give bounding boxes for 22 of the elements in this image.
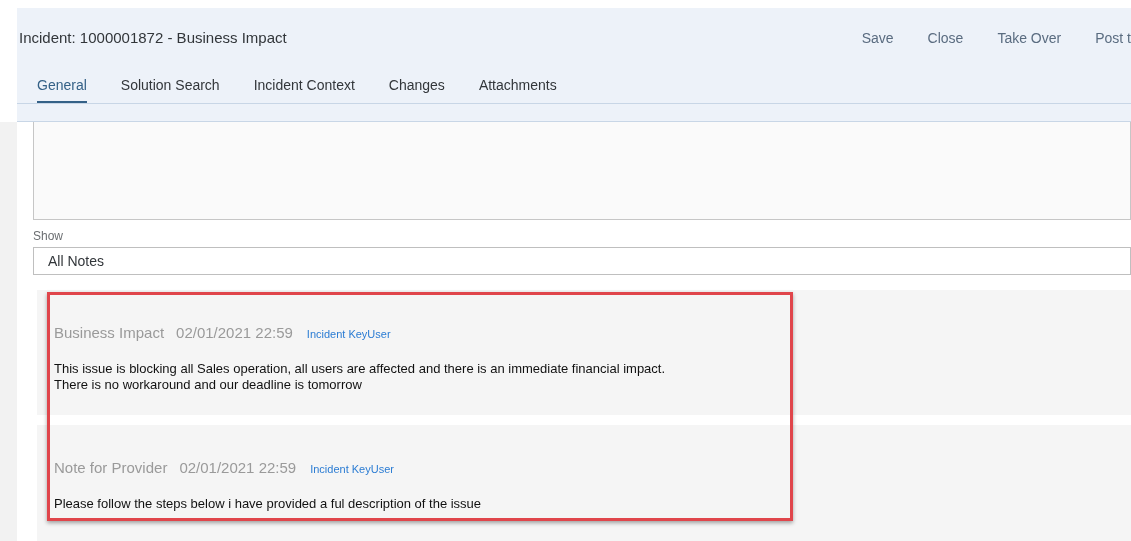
field-label: Show — [33, 228, 65, 245]
note-type: Note for Provider — [54, 458, 168, 478]
show-dropdown[interactable]: All Notes — [33, 247, 1131, 275]
header-action[interactable]: Take Over — [997, 27, 1062, 49]
tab[interactable]: Incident Context — [253, 75, 355, 103]
author-link[interactable]: Incident KeyUser — [306, 326, 391, 343]
header-action[interactable]: Save — [861, 27, 894, 49]
text-area[interactable] — [33, 122, 1131, 220]
tab[interactable]: Solution Search — [120, 75, 220, 103]
note-timestamp: 02/01/2021 22:59 — [176, 323, 293, 343]
note-text: Please follow the steps below i have provided a ful description of the issue — [54, 495, 483, 512]
header-action[interactable]: Post t — [1095, 27, 1131, 49]
note-timestamp: 02/01/2021 22:59 — [179, 458, 297, 478]
note-text: There is no workaround and our deadline is tomorrow — [54, 376, 363, 393]
author-link[interactable]: Incident KeyUser — [310, 461, 394, 478]
tab[interactable]: Attachments — [478, 75, 557, 103]
note-type: Business Impact — [54, 323, 165, 343]
tab[interactable]: General — [37, 75, 87, 103]
header-action[interactable]: Close — [927, 27, 964, 49]
object-title: Incident: 1000001872 - Business Impact — [19, 27, 287, 48]
note-text: This issue is blocking all Sales operation, all users are affected and there is an immediate financial impact. — [54, 360, 667, 377]
tab[interactable]: Changes — [388, 75, 445, 103]
